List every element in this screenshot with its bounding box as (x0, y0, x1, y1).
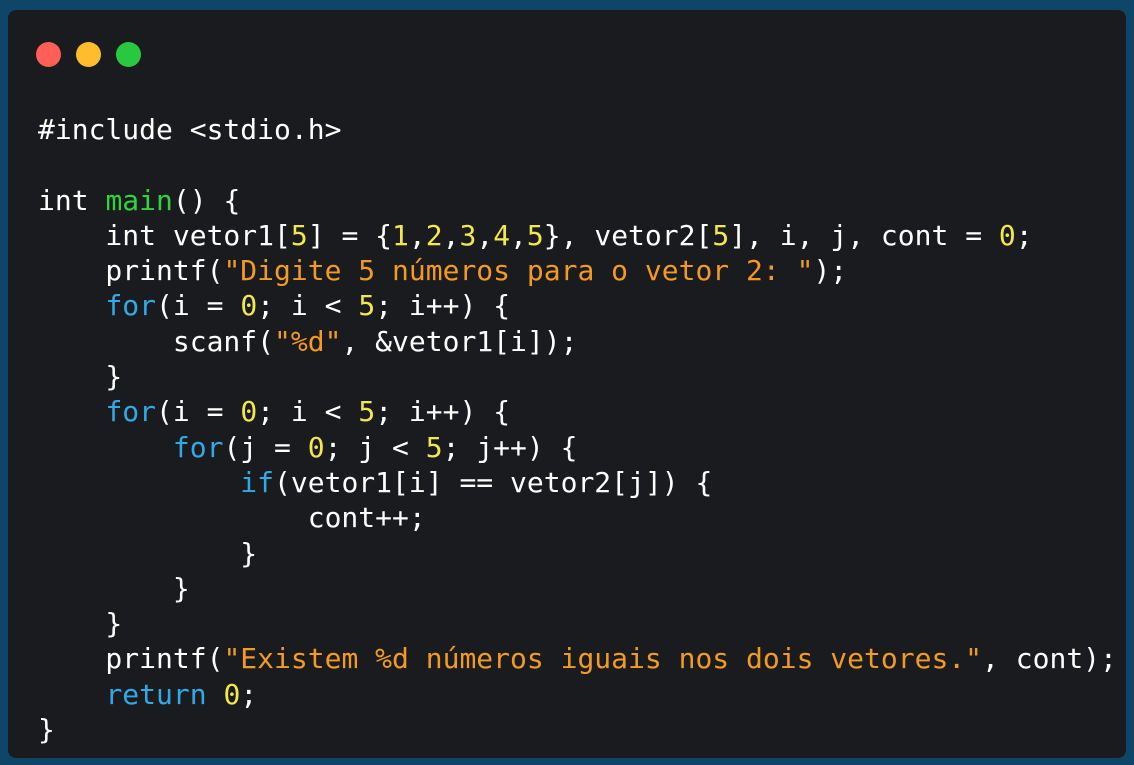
code-token: 0 (240, 289, 258, 323)
code-token: 4 (493, 218, 511, 252)
code-token: ; i++) { (375, 289, 511, 323)
code-token: , (510, 218, 527, 252)
code-token: , (442, 218, 460, 252)
close-dot-icon[interactable] (36, 42, 61, 67)
code-token: , cont); (982, 642, 1117, 676)
code-token: 0 (223, 677, 241, 711)
code-token: 0 (998, 218, 1016, 252)
code-token: scanf( (38, 324, 275, 358)
code-token: ; (1015, 218, 1033, 252)
code-window: #include <stdio.h> int main() { int vetor… (8, 10, 1126, 758)
code-line: printf("Existem %d números iguais nos do… (38, 641, 1117, 676)
code-line: } (38, 536, 1117, 571)
code-line: scanf("%d", &vetor1[i]); (38, 324, 1117, 359)
code-token: "Existem %d números iguais nos dois veto… (223, 642, 983, 676)
code-token: 5 (712, 218, 730, 252)
code-token: 5 (425, 430, 443, 464)
code-token: "Digite 5 números para o vetor 2: " (223, 254, 814, 288)
window-controls (36, 42, 141, 67)
code-token: (j = (223, 430, 308, 464)
code-token: ; (240, 677, 258, 711)
code-token: 5 (358, 289, 376, 323)
code-line: printf("Digite 5 números para o vetor 2:… (38, 253, 1117, 288)
code-token: ], i, j, cont = (729, 218, 999, 252)
code-token: return (105, 677, 207, 711)
code-token: for (172, 430, 224, 464)
code-block: #include <stdio.h> int main() { int vetor… (38, 112, 1117, 747)
code-token: 5 (290, 218, 308, 252)
code-token: ; j < (324, 430, 426, 464)
code-token: } (38, 536, 258, 570)
code-token: 0 (307, 430, 325, 464)
code-token: , (408, 218, 426, 252)
code-line: } (38, 571, 1117, 606)
code-token: , (476, 218, 494, 252)
code-token: 5 (358, 395, 376, 429)
code-token: } (38, 571, 190, 605)
code-line: cont++; (38, 500, 1117, 535)
code-line: } (38, 359, 1117, 394)
code-line: } (38, 712, 1117, 747)
code-line: return 0; (38, 677, 1117, 712)
code-line: int vetor1[5] = {1,2,3,4,5}, vetor2[5], … (38, 218, 1117, 253)
code-token: for (105, 395, 157, 429)
minimize-dot-icon[interactable] (76, 42, 101, 67)
maximize-dot-icon[interactable] (116, 42, 141, 67)
code-token: (i = (156, 395, 241, 429)
code-line: int main() { (38, 183, 1117, 218)
code-token: }, vetor2[ (543, 218, 713, 252)
code-token: printf( (38, 642, 224, 676)
code-token: ; i++) { (375, 395, 511, 429)
code-token: (vetor1[i] == vetor2[j]) { (274, 465, 713, 499)
code-token: ); (813, 254, 848, 288)
code-token: cont++; (38, 501, 426, 535)
code-token: int vetor1[ (38, 218, 291, 252)
code-line: } (38, 606, 1117, 641)
code-token: ; j++) { (442, 430, 578, 464)
code-token: } (38, 360, 123, 394)
code-token: int (38, 183, 106, 217)
code-token: 2 (425, 218, 443, 252)
code-token: ] = { (307, 218, 393, 252)
code-line: for(j = 0; j < 5; j++) { (38, 430, 1117, 465)
code-token: } (38, 607, 123, 641)
code-line: for(i = 0; i < 5; i++) { (38, 394, 1117, 429)
code-token: 5 (526, 218, 544, 252)
code-token: if (240, 465, 275, 499)
code-token: 3 (459, 218, 477, 252)
code-token: } (38, 713, 55, 747)
code-token: main (105, 183, 173, 217)
code-line: #include <stdio.h> (38, 112, 1117, 147)
code-token: () { (172, 183, 241, 217)
code-line: for(i = 0; i < 5; i++) { (38, 288, 1117, 323)
code-token: 1 (392, 218, 409, 252)
code-token: #include <stdio.h> (38, 113, 342, 146)
code-token: ; i < (257, 289, 359, 323)
code-token: "%d" (274, 324, 342, 358)
code-token: , &vetor1[i]); (341, 324, 578, 358)
code-token: 0 (240, 395, 258, 429)
code-token: for (105, 289, 157, 323)
code-line: if(vetor1[i] == vetor2[j]) { (38, 465, 1117, 500)
code-token: printf( (38, 254, 224, 288)
code-token: ; i < (257, 395, 359, 429)
code-token: (i = (156, 289, 241, 323)
